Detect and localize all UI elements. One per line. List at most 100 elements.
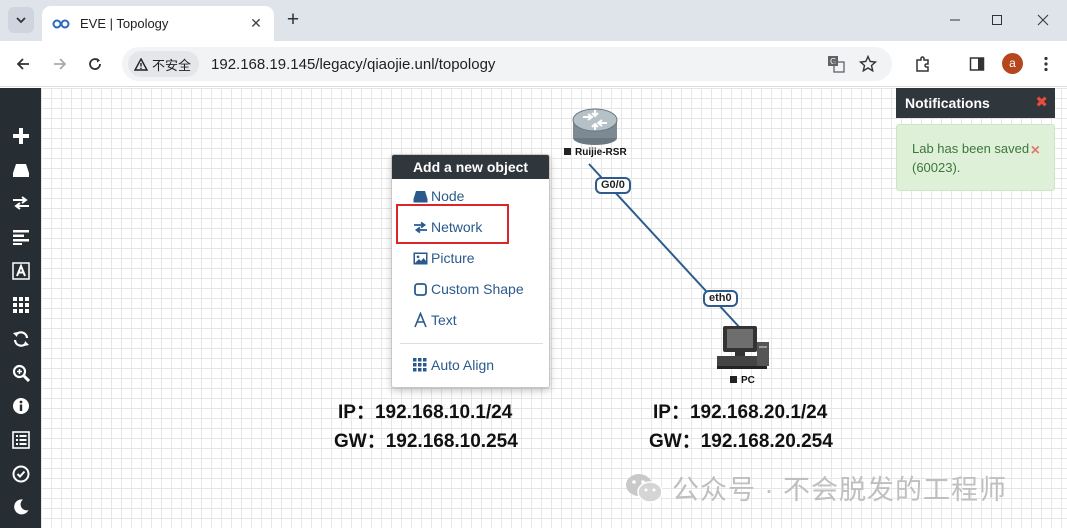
notification-message-box: Lab has been saved (60023). × bbox=[896, 124, 1055, 191]
router-gw-text: GW：192.168.10.254 bbox=[334, 431, 518, 452]
browser-tabstrip: EVE | Topology ✕ + bbox=[0, 0, 1067, 41]
translate-button[interactable]: G bbox=[822, 50, 850, 78]
grid-icon bbox=[413, 358, 427, 372]
router-status-indicator bbox=[564, 148, 571, 155]
minimize-button[interactable] bbox=[943, 9, 967, 31]
chevron-down-icon bbox=[16, 17, 26, 24]
sidebar-dark-mode[interactable] bbox=[0, 492, 41, 522]
puzzle-icon bbox=[916, 56, 929, 72]
sidebar-refresh[interactable] bbox=[0, 324, 41, 354]
refresh-icon bbox=[12, 331, 29, 347]
notifications-title: Notifications bbox=[905, 95, 990, 111]
moon-icon bbox=[13, 499, 28, 515]
security-chip[interactable]: 不安全 bbox=[128, 51, 200, 77]
sidebar-zoom[interactable] bbox=[0, 358, 41, 388]
sidebar-startup-configs[interactable] bbox=[0, 222, 41, 252]
pc-interface-label[interactable]: eth0 bbox=[703, 290, 738, 307]
router-interface-label[interactable]: G0/0 bbox=[595, 177, 631, 194]
browser-tab[interactable]: EVE | Topology ✕ bbox=[42, 6, 274, 41]
browser-menu-button[interactable] bbox=[1034, 52, 1058, 76]
menu-item-auto-align[interactable]: Auto Align bbox=[392, 352, 551, 378]
reload-icon bbox=[89, 58, 101, 70]
side-panel-icon bbox=[969, 57, 985, 71]
tab-close-button[interactable]: ✕ bbox=[248, 15, 264, 32]
sidebar-text-objects[interactable] bbox=[0, 256, 41, 286]
startup-config-icon bbox=[12, 230, 29, 245]
network-highlight-box bbox=[396, 204, 509, 244]
menu-item-label: Custom Shape bbox=[431, 281, 524, 297]
sidebar-status[interactable] bbox=[0, 459, 41, 489]
info-icon bbox=[12, 398, 29, 414]
menu-item-label: Node bbox=[431, 188, 465, 204]
router-label[interactable]: Ruijie-RSR bbox=[564, 147, 627, 158]
eve-sidebar bbox=[0, 88, 41, 528]
side-panel-button[interactable] bbox=[965, 52, 989, 76]
forward-button[interactable] bbox=[48, 52, 72, 76]
new-tab-button[interactable]: + bbox=[282, 9, 304, 31]
maximize-icon bbox=[992, 15, 1002, 25]
plus-icon bbox=[12, 128, 29, 144]
sidebar-lab-info[interactable] bbox=[0, 391, 41, 421]
arrow-right-icon bbox=[54, 58, 67, 70]
eve-logo-icon bbox=[52, 19, 70, 28]
pc-ip-text: IP：192.168.20.1/24 bbox=[653, 402, 828, 423]
menu-item-label: Picture bbox=[431, 250, 475, 266]
text-icon bbox=[11, 262, 30, 280]
arrow-left-icon bbox=[16, 58, 29, 70]
node-icon bbox=[12, 164, 29, 177]
menu-item-label: Text bbox=[431, 312, 457, 328]
translate-icon: G bbox=[828, 56, 845, 73]
warning-icon bbox=[134, 57, 148, 71]
text-icon bbox=[413, 312, 427, 328]
tab-search-button[interactable] bbox=[8, 7, 34, 33]
wechat-icon bbox=[626, 473, 663, 503]
profile-avatar[interactable]: a bbox=[1002, 53, 1023, 74]
notifications-close-button[interactable]: ✖ bbox=[1035, 88, 1048, 118]
address-bar[interactable]: 不安全 192.168.19.145/legacy/qiaojie.unl/to… bbox=[122, 47, 892, 81]
node-icon bbox=[413, 190, 427, 202]
sidebar-networks[interactable] bbox=[0, 188, 41, 218]
minimize-icon bbox=[950, 19, 960, 21]
sidebar-nodes[interactable] bbox=[0, 155, 41, 185]
reload-button[interactable] bbox=[83, 52, 107, 76]
menu-title: Add a new object bbox=[392, 155, 549, 179]
watermark-text: 公众号 · 不会脱发的工程师 bbox=[672, 475, 1007, 505]
sidebar-grid[interactable] bbox=[0, 290, 41, 320]
watermark: 公众号 · 不会脱发的工程师 bbox=[624, 468, 1007, 507]
check-icon bbox=[12, 465, 29, 483]
router-node-icon[interactable] bbox=[571, 104, 619, 146]
shape-icon bbox=[413, 282, 427, 296]
bookmark-button[interactable] bbox=[854, 50, 882, 78]
menu-item-custom-shape[interactable]: Custom Shape bbox=[392, 276, 551, 302]
router-ip-text: IP：192.168.10.1/24 bbox=[338, 402, 513, 423]
more-vertical-icon bbox=[1044, 56, 1048, 72]
extensions-button[interactable] bbox=[911, 52, 935, 76]
close-window-button[interactable] bbox=[1031, 9, 1055, 31]
notification-dismiss-button[interactable]: × bbox=[1031, 141, 1040, 160]
star-icon bbox=[859, 55, 877, 73]
maximize-button[interactable] bbox=[985, 9, 1009, 31]
menu-item-label: Auto Align bbox=[431, 357, 495, 373]
menu-item-picture[interactable]: Picture bbox=[392, 245, 551, 271]
url-text[interactable]: 192.168.19.145/legacy/qiaojie.unl/topolo… bbox=[211, 56, 822, 73]
list-icon bbox=[11, 431, 30, 449]
pc-name: PC bbox=[741, 375, 755, 386]
menu-divider bbox=[400, 343, 543, 344]
pc-node-icon[interactable] bbox=[715, 324, 771, 370]
back-button[interactable] bbox=[11, 52, 35, 76]
pc-label[interactable]: PC bbox=[730, 375, 755, 386]
security-label: 不安全 bbox=[152, 57, 192, 73]
add-object-menu: Add a new object Node Network Picture Cu… bbox=[391, 154, 550, 388]
network-icon bbox=[12, 196, 29, 210]
notifications-header: Notifications ✖ bbox=[896, 88, 1055, 118]
sidebar-add-object[interactable] bbox=[0, 121, 41, 151]
zoom-icon bbox=[12, 364, 30, 382]
menu-item-text[interactable]: Text bbox=[392, 307, 551, 333]
picture-icon bbox=[413, 252, 427, 264]
router-name: Ruijie-RSR bbox=[575, 147, 627, 158]
sidebar-lab-details[interactable] bbox=[0, 425, 41, 455]
pc-status-indicator bbox=[730, 376, 737, 383]
grid-icon bbox=[12, 297, 29, 313]
close-icon bbox=[1037, 14, 1049, 26]
pc-gw-text: GW：192.168.20.254 bbox=[649, 431, 833, 452]
